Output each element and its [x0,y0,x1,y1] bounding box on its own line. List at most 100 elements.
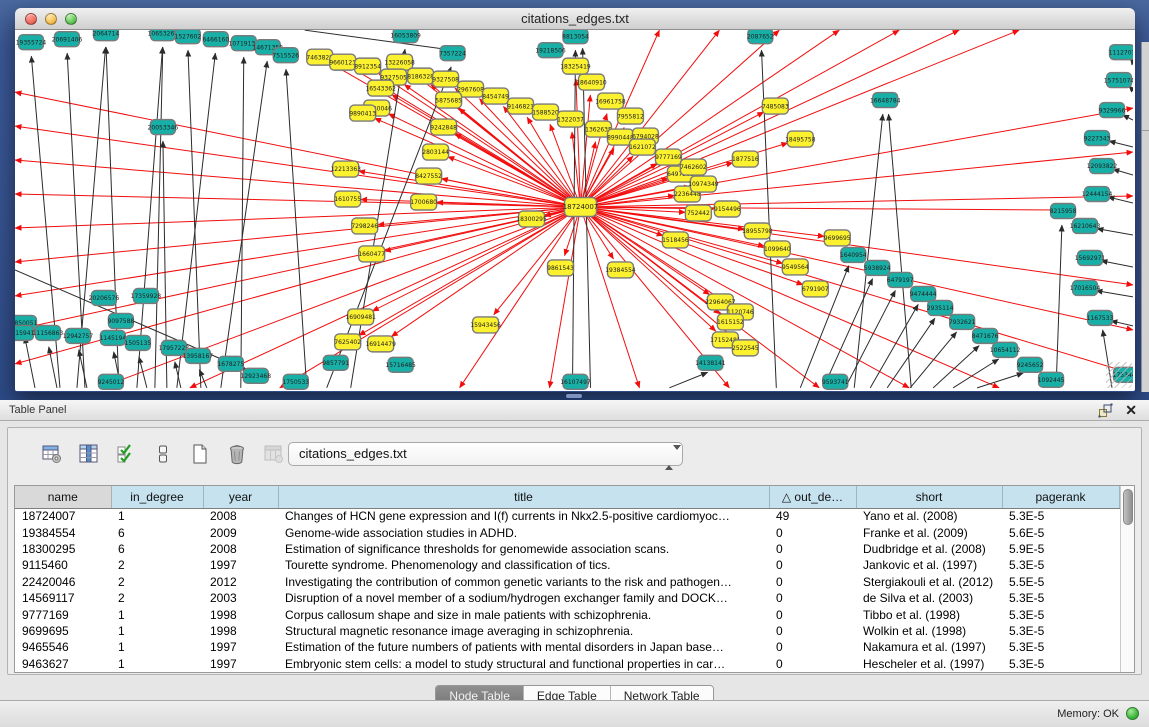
citation-edge[interactable] [910,332,956,388]
column-header-year[interactable]: year [203,486,278,508]
import-table-button [260,440,288,468]
graph-node-label: 10974349 [688,181,719,188]
row-height-button[interactable] [149,440,177,468]
citation-edge[interactable] [580,207,1059,210]
citation-edge[interactable] [241,57,244,388]
citation-edge[interactable] [221,61,267,388]
citation-edge[interactable] [580,207,1133,374]
close-window-button[interactable] [25,13,37,25]
graph-node-label: 1322037 [557,116,584,123]
citation-edge[interactable] [460,207,581,388]
cell-name: 9463627 [15,656,111,672]
citation-edge[interactable] [669,372,707,387]
cell-in_degree: 6 [111,524,203,540]
cell-out_degree: 0 [769,590,856,606]
graph-node-label: 16107497 [560,379,591,386]
cell-title: Estimation of significance thresholds fo… [278,541,769,557]
citation-edge[interactable] [1101,261,1133,267]
citation-edge[interactable] [15,160,580,207]
graph-node-label: 17016504 [1070,285,1101,292]
cell-name: 9699695 [15,623,111,639]
table-panel: Table Panel ✕ [0,400,1149,700]
citation-edge[interactable] [286,69,307,388]
cell-title: Structural magnetic resonance image aver… [278,623,769,639]
cell-title: Embryonic stem cells: a model to study s… [278,656,769,672]
table-row[interactable]: 911546021997Tourette syndrome. Phenomeno… [15,557,1119,573]
table-row[interactable]: 1938455462009Genome-wide association stu… [15,524,1119,540]
citation-edge[interactable] [580,196,1133,207]
cell-in_degree: 1 [111,508,203,524]
table-scrollbar-thumb[interactable] [1123,489,1133,525]
citation-edge[interactable] [175,362,181,388]
cell-out_degree: 0 [769,623,856,639]
graph-node-label: 12213363 [330,166,361,173]
network-canvas[interactable]: 1935572420691406206471410653267152760264… [15,30,1133,391]
citation-edge[interactable] [1096,291,1133,297]
citation-edge[interactable] [845,290,895,387]
memory-status-icon[interactable] [1126,707,1139,720]
network-window-titlebar[interactable]: citations_edges.txt [15,8,1135,30]
graph-node-label: 12093822 [1087,163,1118,170]
cell-year: 2012 [203,574,278,590]
graph-node-label: 18724007 [563,203,599,211]
column-header-title[interactable]: title [278,486,769,508]
citation-edge[interactable] [15,207,580,330]
table-scrollbar[interactable] [1120,486,1135,672]
citation-edge[interactable] [359,171,581,207]
table-row[interactable]: 946554611997Estimation of the future num… [15,639,1119,655]
float-panel-icon[interactable] [1098,403,1113,418]
citation-edge[interactable] [870,304,918,387]
citation-edge[interactable] [550,207,581,388]
create-column-button[interactable] [186,440,214,468]
citation-edge[interactable] [305,30,449,49]
window-resize-grip[interactable] [1106,362,1132,388]
close-panel-icon[interactable]: ✕ [1125,401,1137,420]
citation-edge[interactable] [25,337,35,388]
citation-edge[interactable] [580,207,1133,330]
column-header-out_degree[interactable]: △ out_de… [769,486,856,508]
delete-column-button[interactable] [223,440,251,468]
graph-node-label: 18640910 [576,79,607,86]
graph-node-label: 13226058 [384,59,415,66]
table-row[interactable]: 946362711997Embryonic stem cells: a mode… [15,656,1119,672]
graph-node-label: 1750533 [282,379,309,386]
table-row[interactable]: 1830029562008Estimation of significance … [15,541,1119,557]
citation-edge[interactable] [375,118,581,207]
column-header-pagerank[interactable]: pagerank [1002,486,1119,508]
show-column-button[interactable] [75,440,103,468]
citation-edge[interactable] [1111,321,1133,326]
citation-edge[interactable] [1109,141,1133,147]
table-row[interactable]: 1456911722003Disruption of a novel membe… [15,590,1119,606]
cell-pagerank: 5.3E-5 [1002,557,1119,573]
column-header-in_degree[interactable]: in_degree [111,486,203,508]
table-row[interactable]: 969969511998Structural magnetic resonanc… [15,623,1119,639]
table-mode-button[interactable] [38,440,66,468]
split-pane-grip[interactable] [566,394,582,398]
citation-edge[interactable] [580,207,735,339]
graph-node-label: 18300295 [516,216,547,223]
graph-node-label: 8813054 [562,33,589,40]
citation-edge[interactable] [977,373,1023,388]
citation-edge[interactable] [1097,229,1133,235]
citation-edge[interactable] [15,207,580,228]
cell-name: 18724007 [15,508,111,524]
zoom-window-button[interactable] [65,13,77,25]
citation-edge[interactable] [455,134,581,207]
table-row[interactable]: 1872400712008Changes of HCN gene express… [15,508,1119,524]
citation-edge[interactable] [1056,225,1062,388]
citation-edge[interactable] [887,318,935,388]
graph-node-label: 17957223 [159,345,190,352]
column-header-name[interactable]: name [15,486,111,508]
citation-edge[interactable] [190,207,581,388]
minimize-window-button[interactable] [45,13,57,25]
citation-edge[interactable] [823,279,872,388]
column-header-short[interactable]: short [856,486,1002,508]
citation-edge[interactable] [448,157,581,207]
select-columns-button[interactable] [112,440,140,468]
cell-short: Dudbridge et al. (2008) [856,541,1002,557]
table-row[interactable]: 977716911998Corpus callosum shape and si… [15,606,1119,622]
network-file-select[interactable]: citations_edges.txt [288,442,683,466]
citation-edge[interactable] [15,194,580,207]
citation-edge[interactable] [188,50,201,388]
table-row[interactable]: 2242004622012Investigating the contribut… [15,574,1119,590]
